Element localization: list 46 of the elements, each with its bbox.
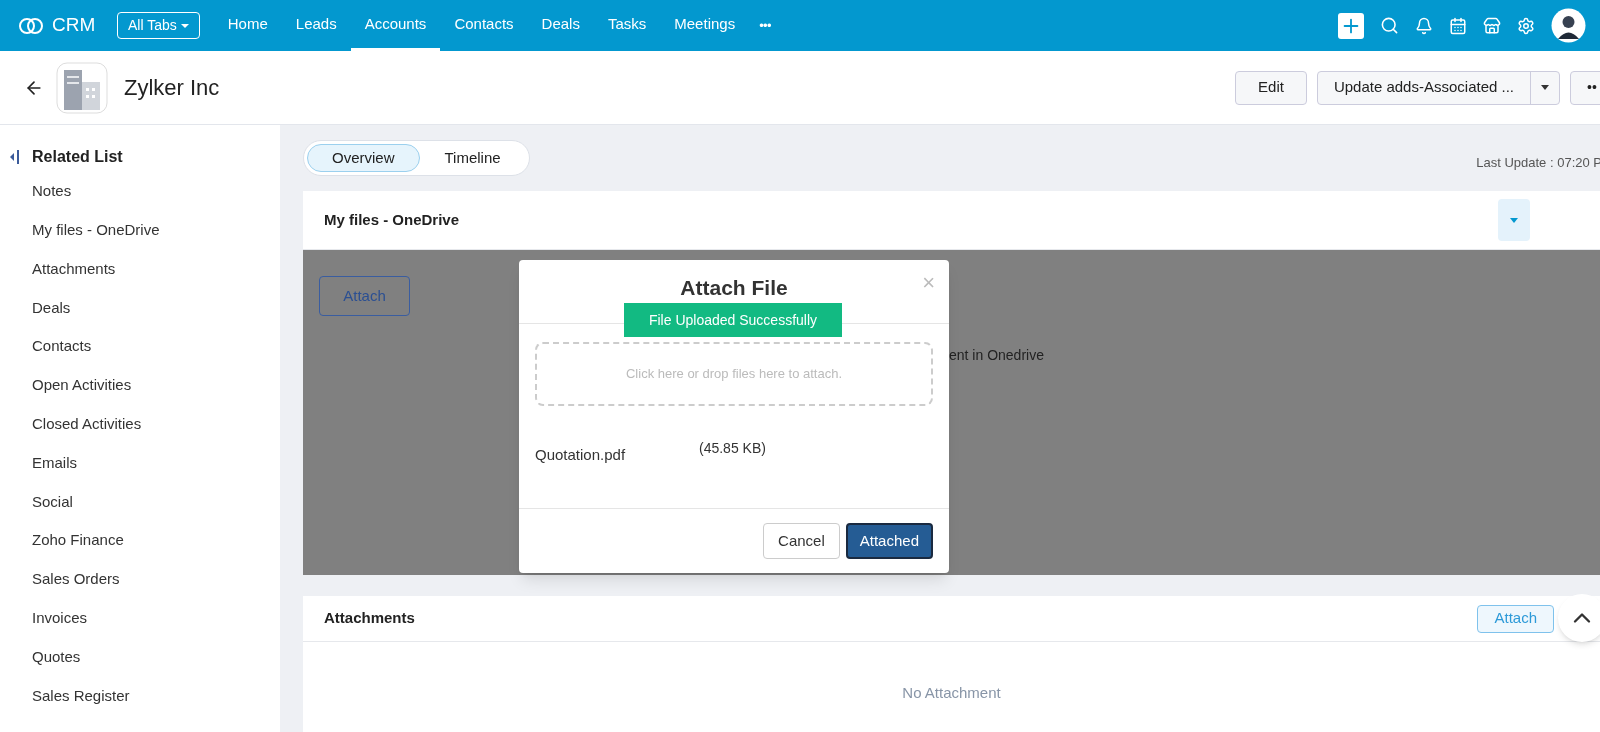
store-icon[interactable]: [1483, 16, 1501, 35]
file-size: (45.85 KB): [699, 439, 766, 458]
sidebar-item[interactable]: Invoices: [0, 598, 280, 638]
add-button[interactable]: [1338, 12, 1364, 39]
card-title: Attachments: [324, 608, 415, 629]
caret-icon: [1510, 217, 1518, 223]
success-toast: File Uploaded Successfully: [624, 303, 842, 337]
sidebar-item[interactable]: Sales Register: [0, 676, 280, 716]
bell-icon[interactable]: [1415, 16, 1433, 35]
app-logo-text: CRM: [52, 13, 96, 38]
sidebar-item[interactable]: Open Activities: [0, 366, 280, 405]
sidebar-item[interactable]: Social: [0, 482, 280, 522]
building-icon: [56, 61, 108, 114]
sidebar-item[interactable]: Deals: [0, 288, 280, 328]
calendar-icon[interactable]: [1449, 16, 1467, 35]
sidebar-item[interactable]: Contacts: [0, 327, 280, 366]
settings-icon[interactable]: [1517, 16, 1535, 35]
collapse-icon[interactable]: [10, 150, 20, 164]
logo-icon: [18, 16, 44, 35]
attached-button[interactable]: Attached: [845, 523, 933, 559]
card-title: My files - OneDrive: [324, 209, 460, 230]
sidebar-item[interactable]: Notes: [0, 172, 280, 211]
dialog-title: Attach File: [680, 276, 788, 300]
sidebar-item[interactable]: Closed Activities: [0, 404, 280, 444]
search-icon[interactable]: [1380, 16, 1399, 35]
background-text: ent in Onedrive: [949, 346, 1044, 365]
cancel-button[interactable]: Cancel: [763, 523, 840, 559]
caret-icon: [180, 23, 189, 28]
edit-button[interactable]: Edit: [1235, 70, 1307, 105]
update-action-button[interactable]: Update adds-Associated ...: [1317, 71, 1531, 104]
sidebar-heading: Related List: [32, 147, 123, 167]
scroll-top-button[interactable]: [1558, 594, 1600, 642]
sidebar-item[interactable]: Zoho Finance: [0, 521, 280, 560]
caret-icon: [1541, 85, 1549, 90]
sidebar-item[interactable]: Quotes: [0, 637, 280, 677]
record-title: Zylker Inc: [124, 74, 220, 102]
sidebar-item[interactable]: Sales Orders: [0, 559, 280, 599]
view-tab[interactable]: Timeline: [419, 144, 526, 172]
sidebar-item[interactable]: My files - OneDrive: [0, 210, 280, 250]
view-tab[interactable]: Overview: [307, 144, 420, 172]
avatar-icon[interactable]: [1551, 8, 1586, 43]
sidebar-item[interactable]: Emails: [0, 443, 280, 483]
sidebar-item[interactable]: Attachments: [0, 249, 280, 289]
empty-message: No Attachment: [902, 683, 1001, 703]
more-actions-button[interactable]: ••: [1570, 70, 1600, 105]
file-name: Quotation.pdf: [535, 445, 627, 465]
